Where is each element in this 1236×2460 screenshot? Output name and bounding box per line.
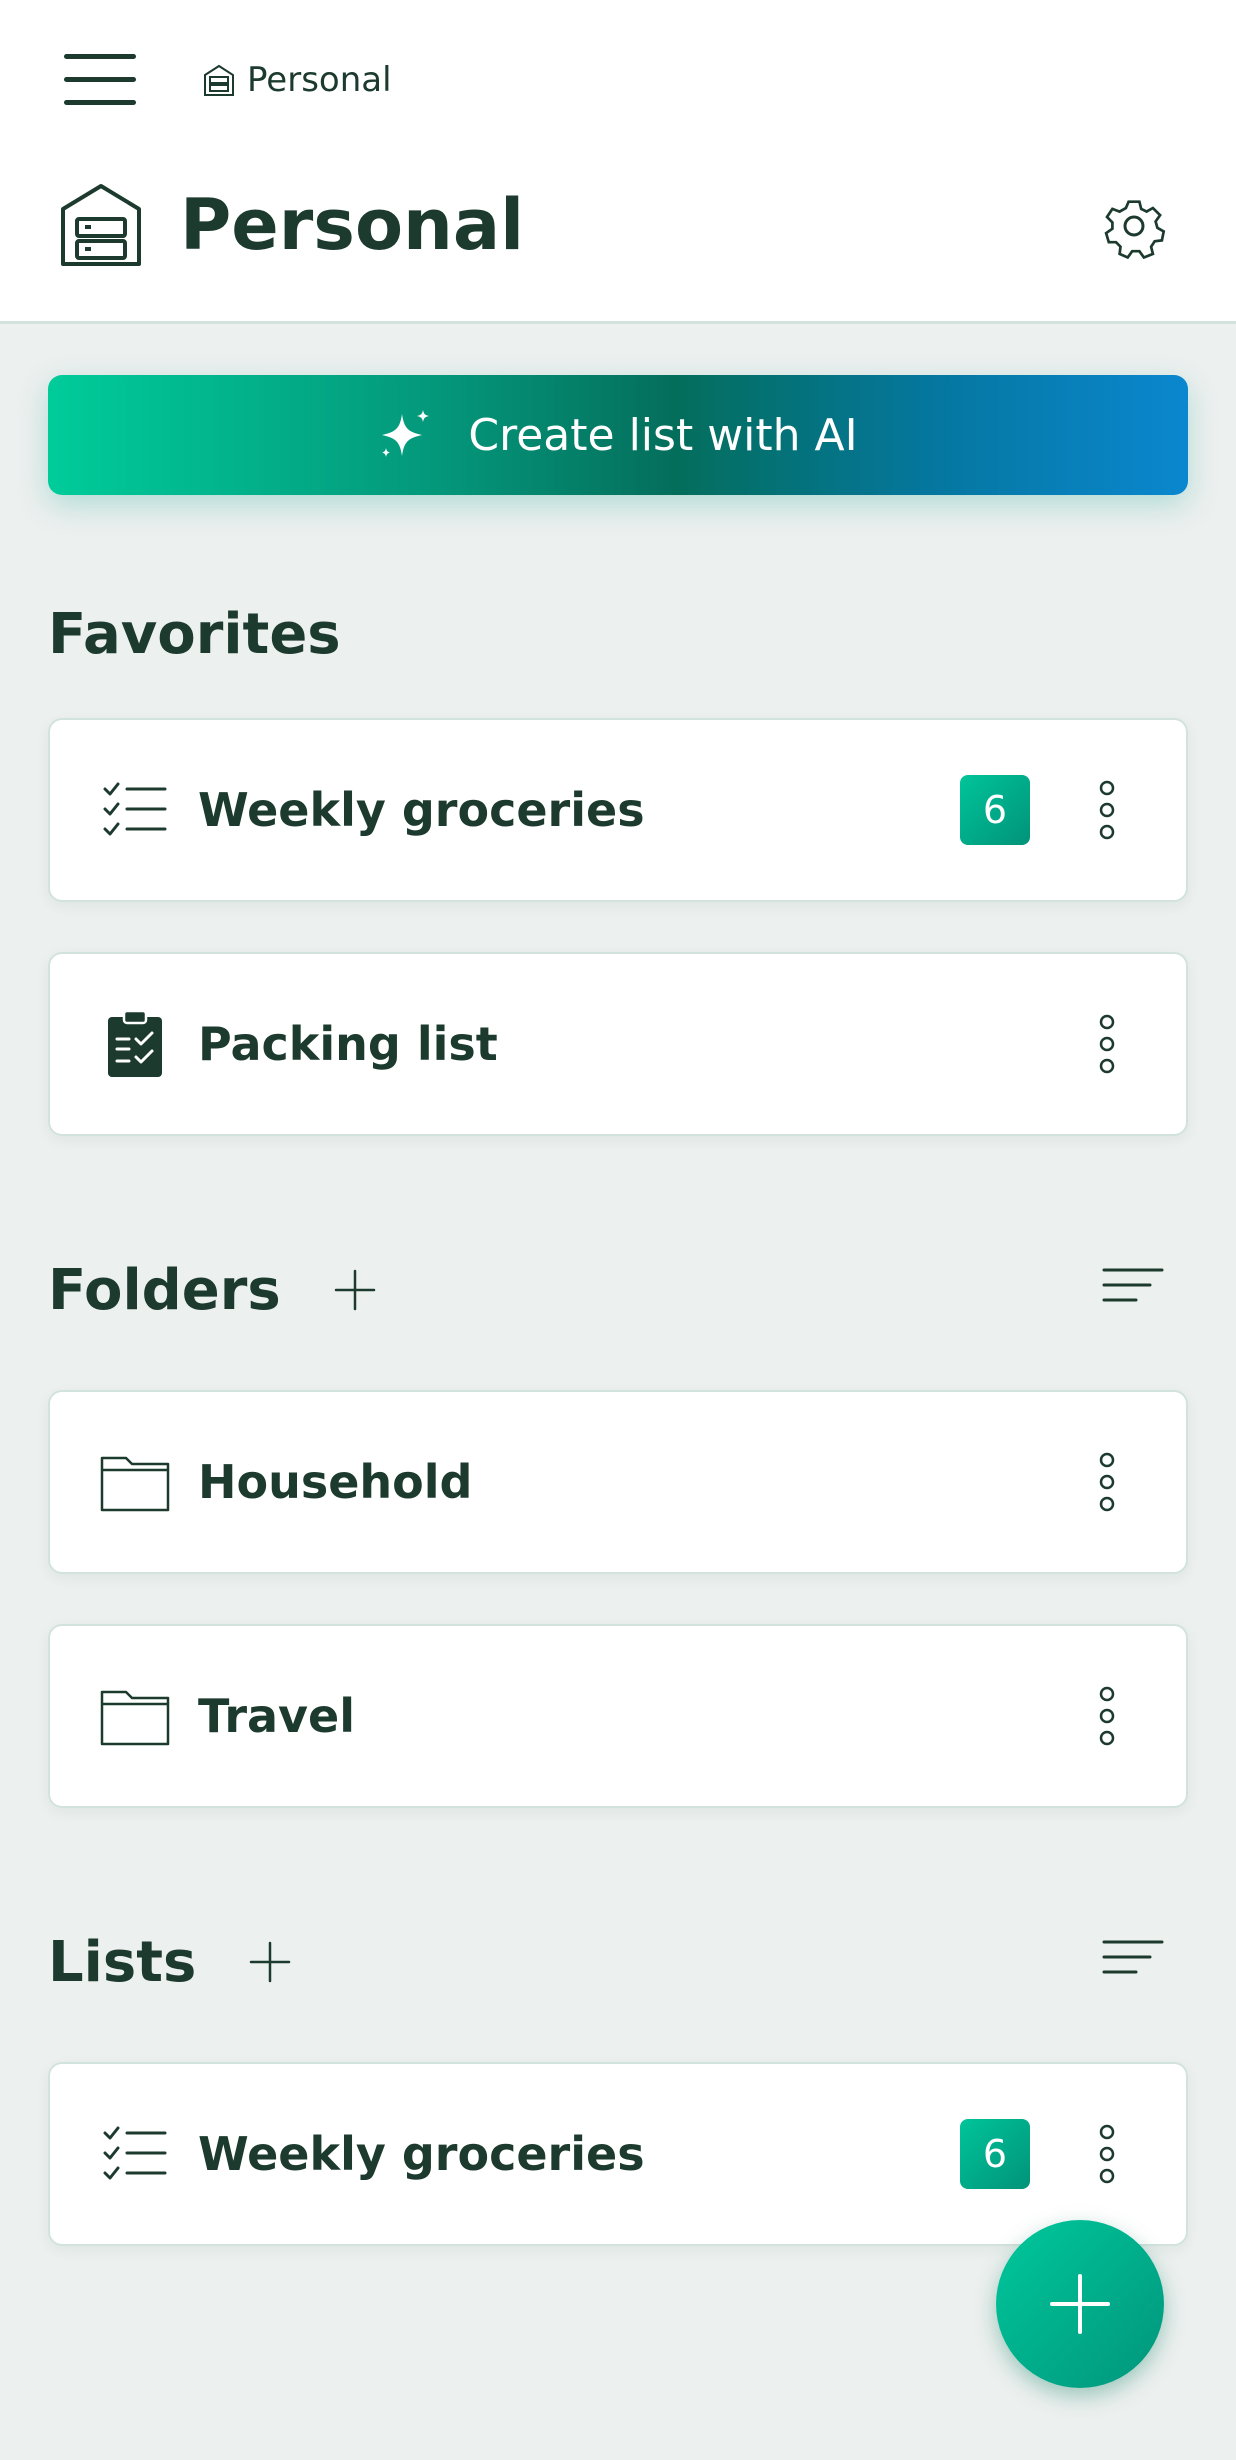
app-header: Personal Personal xyxy=(0,0,1236,324)
folders-title: Folders xyxy=(48,1257,281,1323)
more-vertical-icon xyxy=(1099,1686,1115,1746)
cabinet-icon xyxy=(61,184,141,266)
more-vertical-icon xyxy=(1099,2124,1115,2184)
list-item-weekly-groceries[interactable]: Weekly groceries 6 xyxy=(48,2062,1188,2246)
checklist-icon xyxy=(100,775,170,845)
more-options-button[interactable] xyxy=(1072,2104,1142,2204)
sparkle-icon xyxy=(382,410,430,457)
sort-folders-button[interactable] xyxy=(1098,1260,1168,1320)
page-title: Personal xyxy=(180,184,525,266)
more-options-button[interactable] xyxy=(1072,994,1142,1094)
folder-name: Household xyxy=(198,1455,473,1509)
folder-icon xyxy=(100,1447,170,1517)
more-vertical-icon xyxy=(1099,1014,1115,1074)
more-options-button[interactable] xyxy=(1072,760,1142,860)
checklist-icon xyxy=(100,2119,170,2189)
breadcrumb-label: Personal xyxy=(247,60,392,100)
favorites-header: Favorites xyxy=(48,594,1188,674)
list-name: Weekly groceries xyxy=(198,2127,645,2181)
folder-item-household[interactable]: Household xyxy=(48,1390,1188,1574)
lists-header: Lists xyxy=(48,1922,1188,2002)
more-options-button[interactable] xyxy=(1072,1432,1142,1532)
more-options-button[interactable] xyxy=(1072,1666,1142,1766)
list-name: Packing list xyxy=(198,1017,498,1071)
more-vertical-icon xyxy=(1099,1452,1115,1512)
clipboard-check-icon xyxy=(100,1009,170,1079)
folder-name: Travel xyxy=(198,1689,356,1743)
folder-icon xyxy=(100,1681,170,1751)
menu-line xyxy=(64,100,136,105)
plus-icon xyxy=(334,1269,375,1311)
gear-icon xyxy=(1104,200,1166,260)
item-count-badge: 6 xyxy=(960,2119,1030,2189)
add-fab-button[interactable] xyxy=(996,2220,1164,2388)
title-row: Personal xyxy=(60,175,524,275)
list-name: Weekly groceries xyxy=(198,783,645,837)
plus-icon xyxy=(1050,2274,1110,2334)
add-folder-button[interactable] xyxy=(325,1260,385,1320)
menu-line xyxy=(64,54,136,59)
item-count-badge: 6 xyxy=(960,775,1030,845)
menu-button[interactable] xyxy=(60,52,142,108)
add-list-button[interactable] xyxy=(240,1932,300,1992)
create-list-with-ai-button[interactable]: Create list with AI xyxy=(48,375,1188,495)
settings-button[interactable] xyxy=(1098,190,1170,262)
favorite-item-weekly-groceries[interactable]: Weekly groceries 6 xyxy=(48,718,1188,902)
sort-icon xyxy=(1102,1940,1164,1974)
ai-button-label: Create list with AI xyxy=(468,409,858,461)
menu-line xyxy=(64,77,136,82)
folders-header: Folders xyxy=(48,1250,1188,1330)
plus-icon xyxy=(250,1941,291,1983)
cabinet-icon xyxy=(204,64,234,96)
favorites-title: Favorites xyxy=(48,601,341,667)
lists-title: Lists xyxy=(48,1929,197,1995)
favorite-item-packing-list[interactable]: Packing list xyxy=(48,952,1188,1136)
breadcrumb[interactable]: Personal xyxy=(203,56,392,104)
folder-item-travel[interactable]: Travel xyxy=(48,1624,1188,1808)
sort-icon xyxy=(1102,1268,1164,1302)
sort-lists-button[interactable] xyxy=(1098,1932,1168,1992)
more-vertical-icon xyxy=(1099,780,1115,840)
